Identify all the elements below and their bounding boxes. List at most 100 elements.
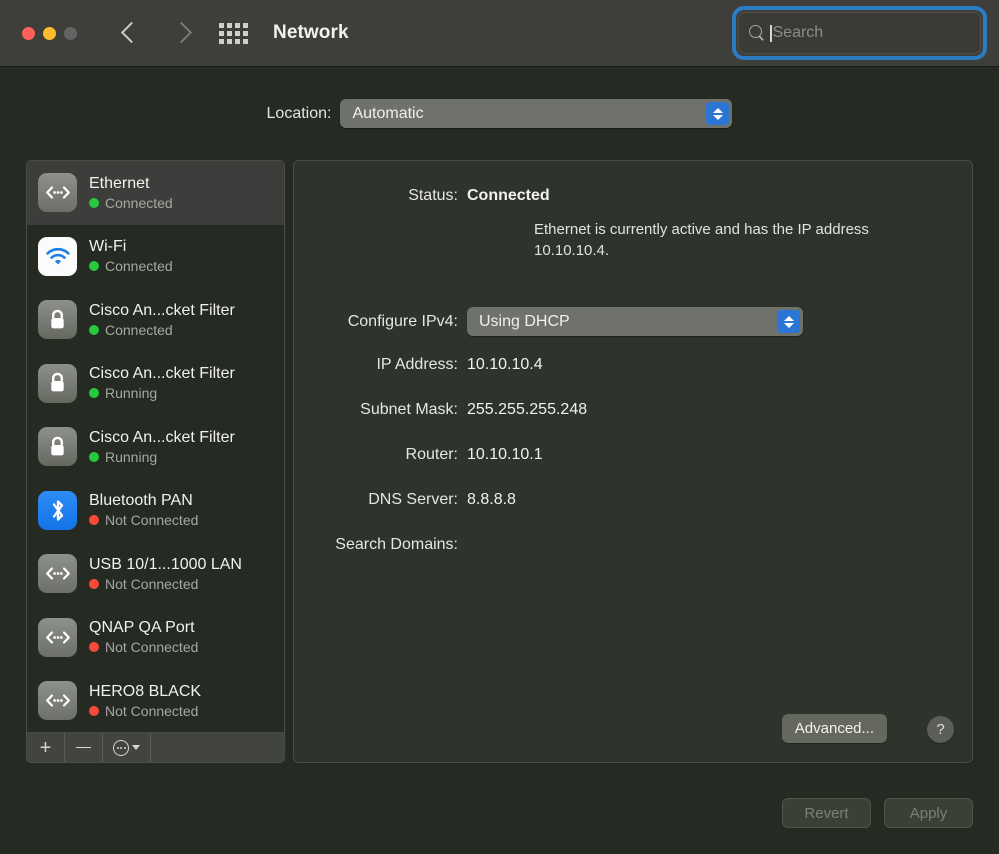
list-item[interactable]: Bluetooth PAN Not Connected xyxy=(27,479,284,543)
search-placeholder: Search xyxy=(772,24,824,41)
configure-ipv4-popup-button[interactable]: Using DHCP xyxy=(467,307,803,336)
status-badge: Connected xyxy=(89,195,173,211)
ethernet-icon xyxy=(38,173,77,213)
page-title: Network xyxy=(273,22,349,43)
list-item-name: QNAP QA Port xyxy=(89,619,195,637)
ip-address-value: 10.10.10.4 xyxy=(467,356,543,373)
ellipsis-circle-icon xyxy=(113,739,129,756)
list-item-status: Not Connected xyxy=(105,575,199,592)
list-item[interactable]: Cisco An...cket Filter Connected xyxy=(27,288,284,352)
status-row: Status: Connected xyxy=(294,187,550,205)
subnet-mask-label: Subnet Mask: xyxy=(360,401,458,418)
list-item-name: HERO8 BLACK xyxy=(89,682,202,700)
list-item-name: Bluetooth PAN xyxy=(89,492,193,510)
list-item-name: Cisco An...cket Filter xyxy=(89,365,235,383)
add-service-button[interactable]: + xyxy=(27,733,65,762)
list-item-name: Cisco An...cket Filter xyxy=(89,301,235,319)
minus-icon xyxy=(76,746,91,749)
close-button[interactable] xyxy=(22,26,35,40)
help-button[interactable]: ? xyxy=(927,716,954,743)
search-domains-label: Search Domains: xyxy=(335,536,458,553)
list-item[interactable]: HERO8 BLACK Not Connected xyxy=(27,669,284,732)
location-popup-button[interactable]: Automatic xyxy=(340,99,733,128)
location-label: Location: xyxy=(266,104,332,122)
service-list-toolbar: + xyxy=(26,732,285,763)
list-item-status: Not Connected xyxy=(105,512,199,529)
dns-server-value: 8.8.8.8 xyxy=(467,491,516,508)
ethernet-icon xyxy=(38,617,77,657)
location-stepper-icon[interactable] xyxy=(706,102,730,125)
list-item-status: Running xyxy=(105,448,158,465)
status-badge: Not Connected xyxy=(89,703,201,719)
show-all-grid-icon[interactable] xyxy=(219,22,248,44)
search-domains-row: Search Domains: xyxy=(294,536,467,554)
window-titlebar: Network Search xyxy=(0,0,999,67)
forward-chevron-icon xyxy=(172,19,192,47)
lock-icon xyxy=(38,300,77,340)
minimize-button[interactable] xyxy=(43,26,56,40)
list-item-name: USB 10/1...1000 LAN xyxy=(89,555,242,573)
list-item[interactable]: Cisco An...cket Filter Running xyxy=(27,352,284,416)
navigation-buttons xyxy=(120,19,192,47)
status-badge: Connected xyxy=(89,322,235,338)
status-dot-icon xyxy=(89,324,99,335)
ip-address-label: IP Address: xyxy=(376,356,458,373)
search-icon xyxy=(749,25,765,41)
status-dot-icon xyxy=(89,705,99,716)
list-item-status: Not Connected xyxy=(105,639,199,656)
location-selected-value: Automatic xyxy=(352,104,424,122)
router-value: 10.10.10.1 xyxy=(467,446,543,463)
list-item[interactable]: Wi-Fi Connected xyxy=(27,225,284,289)
bluetooth-icon xyxy=(38,490,77,530)
service-detail-panel: Status: Connected Ethernet is currently … xyxy=(293,160,973,763)
router-row: Router: 10.10.10.1 xyxy=(294,446,543,464)
traffic-lights xyxy=(22,26,77,40)
status-badge: Not Connected xyxy=(89,512,198,528)
revert-button[interactable]: Revert xyxy=(782,798,871,828)
status-badge: Not Connected xyxy=(89,639,198,655)
status-badge: Not Connected xyxy=(89,576,242,592)
footer-buttons: Revert Apply xyxy=(782,798,973,828)
configure-ipv4-stepper-icon[interactable] xyxy=(777,310,800,333)
configure-ipv4-label: Configure IPv4: xyxy=(347,312,458,330)
search-field-focus-ring: Search xyxy=(732,6,987,60)
status-dot-icon xyxy=(89,642,99,653)
chevron-down-icon xyxy=(132,745,140,750)
list-item[interactable]: USB 10/1...1000 LAN Not Connected xyxy=(27,542,284,606)
list-item-status: Not Connected xyxy=(105,702,199,719)
list-item[interactable]: Cisco An...cket Filter Running xyxy=(27,415,284,479)
list-item-status: Connected xyxy=(105,194,173,211)
dns-server-row: DNS Server: 8.8.8.8 xyxy=(294,491,516,509)
status-dot-icon xyxy=(89,261,99,272)
advanced-button[interactable]: Advanced... xyxy=(781,714,887,743)
lock-icon xyxy=(38,427,77,467)
list-item-name: Wi-Fi xyxy=(89,238,127,256)
status-dot-icon xyxy=(89,515,99,526)
remove-service-button[interactable] xyxy=(65,733,103,762)
list-item-status: Connected xyxy=(105,258,173,275)
status-badge: Connected xyxy=(89,258,173,274)
subnet-mask-value: 255.255.255.248 xyxy=(467,401,588,418)
list-item-status: Running xyxy=(105,385,158,402)
wifi-icon xyxy=(38,236,77,276)
status-badge: Running xyxy=(89,449,235,465)
lock-icon xyxy=(38,363,77,403)
list-item[interactable]: Ethernet Connected xyxy=(27,161,284,225)
back-chevron-icon[interactable] xyxy=(120,19,140,47)
zoom-button[interactable] xyxy=(64,26,77,40)
text-cursor xyxy=(770,24,772,42)
plus-icon: + xyxy=(39,736,52,759)
list-item[interactable]: QNAP QA Port Not Connected xyxy=(27,606,284,670)
search-input[interactable]: Search xyxy=(738,12,981,54)
apply-button[interactable]: Apply xyxy=(884,798,973,828)
list-item-status: Connected xyxy=(105,321,173,338)
ethernet-icon xyxy=(38,554,77,594)
status-dot-icon xyxy=(89,578,99,589)
status-value: Connected xyxy=(467,187,550,204)
service-actions-button[interactable] xyxy=(103,733,151,762)
configure-ipv4-value: Using DHCP xyxy=(479,312,570,330)
location-row: Location: Automatic xyxy=(0,99,999,128)
list-item-name: Ethernet xyxy=(89,174,150,192)
status-label: Status: xyxy=(408,187,458,204)
service-list[interactable]: Ethernet Connected Wi-Fi Connected Cisco… xyxy=(26,160,285,732)
